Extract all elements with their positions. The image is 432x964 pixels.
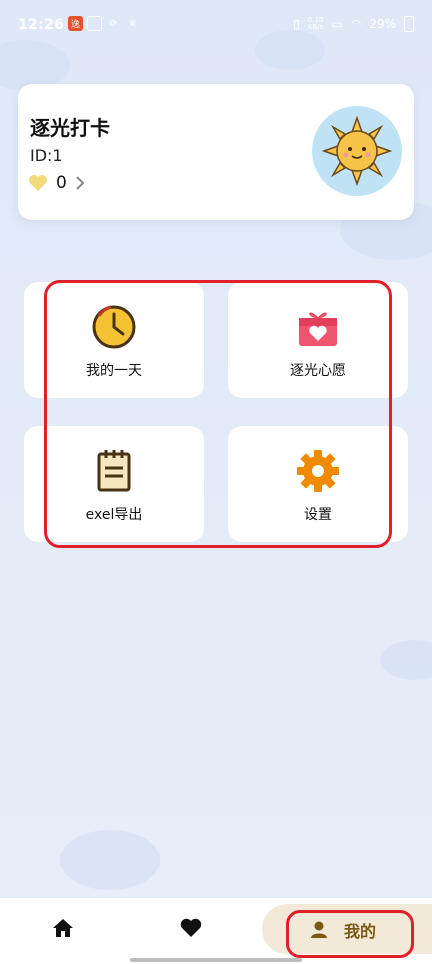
profile-card[interactable]: 逐光打卡 ID:1 0	[18, 84, 414, 220]
status-time: 12:26	[18, 17, 65, 33]
refresh-icon: ⟳	[109, 18, 118, 29]
message-icon	[87, 16, 102, 31]
avatar[interactable]	[312, 106, 402, 196]
sim-icon: ▭	[331, 17, 343, 31]
vibrate-icon: ▯	[293, 17, 300, 31]
export-label: exel导出	[85, 507, 143, 523]
my-day-label: 我的一天	[86, 363, 142, 379]
app-notification-icon: 逸	[68, 16, 83, 31]
settings-label: 设置	[304, 507, 332, 523]
background-cloud	[380, 640, 432, 680]
background-cloud	[60, 830, 160, 890]
gift-heart-icon	[299, 312, 337, 346]
points-row[interactable]: 0	[28, 173, 85, 193]
battery-percent: 29%	[369, 17, 396, 31]
nav-mine-label: 我的	[344, 922, 377, 941]
nav-like[interactable]	[180, 918, 202, 938]
battery-icon	[404, 16, 414, 32]
gear-icon	[297, 450, 339, 492]
clock-icon	[92, 305, 136, 349]
status-bar: 12:26 逸 ⟳ ♛ ▯ 0.10 KB/s ▭ ◠ 29%	[0, 0, 432, 52]
my-day-tile[interactable]: 我的一天	[24, 282, 204, 398]
crown-icon: ♛	[128, 18, 137, 29]
points-value: 0	[56, 173, 67, 193]
heart-points-icon	[29, 175, 47, 191]
bottom-nav: 我的	[0, 898, 432, 964]
network-speed: 0.10 KB/s	[308, 17, 324, 31]
sun-avatar-icon	[322, 116, 392, 186]
home-icon	[53, 919, 73, 937]
settings-tile[interactable]: 设置	[228, 426, 408, 542]
wish-label: 逐光心愿	[290, 363, 346, 379]
wish-tile[interactable]: 逐光心愿	[228, 282, 408, 398]
home-indicator[interactable]	[130, 958, 302, 962]
network-rate-unit: KB/s	[308, 23, 324, 31]
user-id: ID:1	[30, 146, 63, 165]
heart-icon	[180, 918, 202, 937]
nav-home[interactable]	[52, 918, 74, 938]
export-tile[interactable]: exel导出	[24, 426, 204, 542]
user-icon	[311, 921, 327, 938]
chevron-right-icon	[76, 176, 85, 190]
app-title: 逐光打卡	[30, 116, 110, 140]
wifi-icon: ◠	[350, 17, 362, 31]
notepad-icon	[97, 450, 131, 492]
nav-mine[interactable]: 我的	[262, 904, 432, 954]
